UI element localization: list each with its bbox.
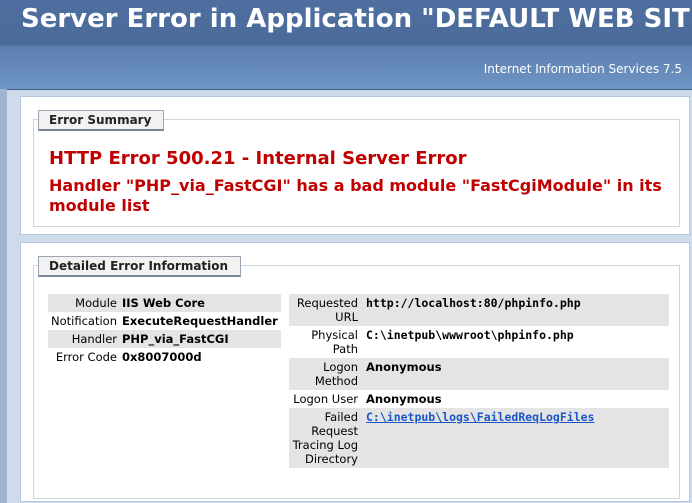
table-row: Requested URL http://localhost:80/phpinf… [289,294,669,326]
physical-path-value: C:\inetpub\wwwroot\phpinfo.php [366,328,574,342]
detailed-error-legend: Detailed Error Information [38,256,242,277]
table-row: Logon Method Anonymous [289,358,669,390]
error-code-value: 0x8007000d [122,350,202,364]
page-title: Server Error in Application "DEFAULT WEB… [21,4,692,34]
logon-user-label: Logon User [293,392,358,406]
handler-label: Handler [48,330,119,348]
detailed-error-panel: Detailed Error Information Module IIS We… [20,242,690,502]
failed-request-log-link[interactable]: C:\inetpub\logs\FailedReqLogFiles [366,410,594,424]
table-row: Failed Request Tracing Log Directory C:\… [289,408,669,468]
error-summary-panel: Error Summary HTTP Error 500.21 - Intern… [20,96,690,235]
request-info-table: Requested URL http://localhost:80/phpinf… [289,294,669,468]
logon-user-value: Anonymous [366,392,442,406]
left-border-strip [0,89,7,503]
requested-url-label: Requested URL [289,294,363,326]
failed-request-log-cell: C:\inetpub\logs\FailedReqLogFiles [363,408,669,468]
error-summary-legend: Error Summary [38,110,165,131]
page-header: Server Error in Application "DEFAULT WEB… [0,0,692,90]
error-summary-fieldset: Error Summary HTTP Error 500.21 - Intern… [33,110,680,227]
table-row: Notification ExecuteRequestHandler [48,312,281,330]
notification-label: Notification [51,314,117,328]
handler-value: PHP_via_FastCGI [119,330,281,348]
notification-value: ExecuteRequestHandler [122,314,278,328]
table-row: Logon User Anonymous [289,390,669,408]
failed-request-log-label: Failed Request Tracing Log Directory [289,408,363,468]
table-row: Handler PHP_via_FastCGI [48,330,281,348]
table-row: Module IIS Web Core [48,294,281,312]
module-value: IIS Web Core [119,294,281,312]
error-info-table: Module IIS Web Core Notification Execute… [48,294,281,366]
table-row: Error Code 0x8007000d [48,348,281,366]
logon-method-value: Anonymous [363,358,669,390]
physical-path-label: Physical Path [311,328,358,356]
detailed-error-fieldset: Detailed Error Information Module IIS We… [33,256,680,499]
logon-method-label: Logon Method [289,358,363,390]
error-title: HTTP Error 500.21 - Internal Server Erro… [49,148,467,169]
error-message: Handler "PHP_via_FastCGI" has a bad modu… [49,176,662,215]
requested-url-value: http://localhost:80/phpinfo.php [363,294,669,326]
error-code-label: Error Code [55,350,117,364]
module-label: Module [48,294,119,312]
server-product-label: Internet Information Services 7.5 [483,62,682,76]
table-row: Physical Path C:\inetpub\wwwroot\phpinfo… [289,326,669,358]
